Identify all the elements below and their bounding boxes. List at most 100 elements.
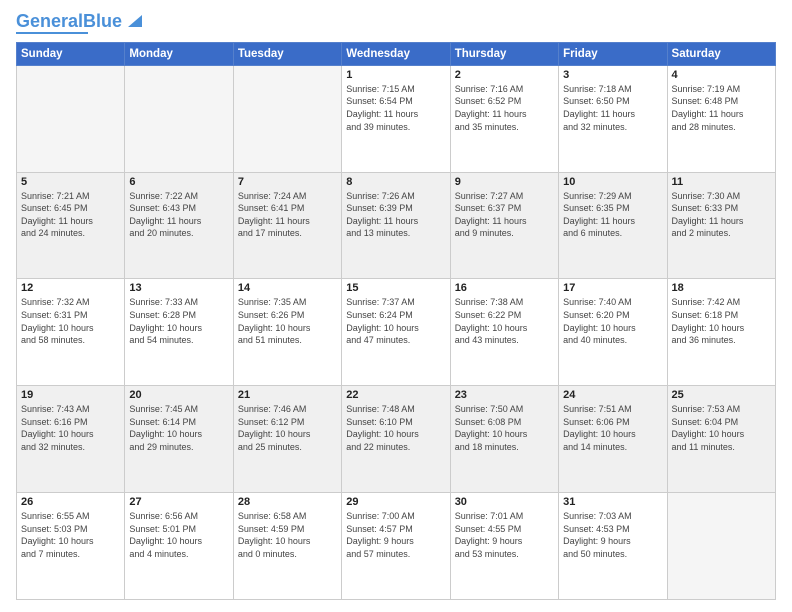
day-info: Sunrise: 7:45 AM Sunset: 6:14 PM Dayligh… [129,403,228,453]
day-number: 27 [129,496,228,508]
day-number: 17 [563,282,662,294]
week-row-5: 26 Sunrise: 6:55 AM Sunset: 5:03 PM Dayli… [17,493,776,600]
day-info: Sunrise: 7:15 AM Sunset: 6:54 PM Dayligh… [346,83,445,133]
calendar-day: 9Sunrise: 7:27 AM Sunset: 6:37 PM Daylig… [450,172,558,279]
day-number: 23 [455,389,554,401]
calendar-day: 20 Sunrise: 7:45 AM Sunset: 6:14 PM Dayli… [125,386,233,493]
day-info: Sunrise: 6:55 AM Sunset: 5:03 PM Dayligh… [21,510,120,560]
day-number: 9 [455,176,554,188]
day-number: 1 [346,69,445,81]
calendar-header-row: SundayMondayTuesdayWednesdayThursdayFrid… [17,42,776,65]
header-thursday: Thursday [450,42,558,65]
day-number: 31 [563,496,662,508]
day-info: Sunrise: 7:40 AM Sunset: 6:20 PM Dayligh… [563,296,662,346]
day-info: Sunrise: 7:46 AM Sunset: 6:12 PM Dayligh… [238,403,337,453]
calendar-day: 10 Sunrise: 7:29 AM Sunset: 6:35 PM Dayli… [559,172,667,279]
day-info: Sunrise: 7:22 AM Sunset: 6:43 PM Dayligh… [129,190,228,240]
calendar-day: 16Sunrise: 7:38 AM Sunset: 6:22 PM Dayli… [450,279,558,386]
day-number: 21 [238,389,337,401]
day-info: Sunrise: 7:51 AM Sunset: 6:06 PM Dayligh… [563,403,662,453]
day-info: Sunrise: 7:50 AM Sunset: 6:08 PM Dayligh… [455,403,554,453]
calendar-day: 3 Sunrise: 7:18 AM Sunset: 6:50 PM Daylig… [559,65,667,172]
calendar-day: 19 Sunrise: 7:43 AM Sunset: 6:16 PM Dayli… [17,386,125,493]
calendar-day: 25 Sunrise: 7:53 AM Sunset: 6:04 PM Dayli… [667,386,775,493]
calendar-day [233,65,341,172]
calendar-day [125,65,233,172]
day-number: 25 [672,389,771,401]
day-number: 3 [563,69,662,81]
calendar-day: 26 Sunrise: 6:55 AM Sunset: 5:03 PM Dayli… [17,493,125,600]
day-info: Sunrise: 7:18 AM Sunset: 6:50 PM Dayligh… [563,83,662,133]
day-info: Sunrise: 7:29 AM Sunset: 6:35 PM Dayligh… [563,190,662,240]
day-number: 18 [672,282,771,294]
calendar-day: 14 Sunrise: 7:35 AM Sunset: 6:26 PM Dayli… [233,279,341,386]
day-info: Sunrise: 7:42 AM Sunset: 6:18 PM Dayligh… [672,296,771,346]
logo-underline [16,32,88,34]
day-number: 4 [672,69,771,81]
calendar-day: 6 Sunrise: 7:22 AM Sunset: 6:43 PM Daylig… [125,172,233,279]
day-info: Sunrise: 7:03 AM Sunset: 4:53 PM Dayligh… [563,510,662,560]
week-row-3: 12 Sunrise: 7:32 AM Sunset: 6:31 PM Dayli… [17,279,776,386]
day-number: 16 [455,282,554,294]
day-info: Sunrise: 7:35 AM Sunset: 6:26 PM Dayligh… [238,296,337,346]
day-number: 30 [455,496,554,508]
day-number: 15 [346,282,445,294]
calendar-day: 23 Sunrise: 7:50 AM Sunset: 6:08 PM Dayli… [450,386,558,493]
day-info: Sunrise: 7:32 AM Sunset: 6:31 PM Dayligh… [21,296,120,346]
day-number: 24 [563,389,662,401]
day-number: 13 [129,282,228,294]
day-number: 12 [21,282,120,294]
day-info: Sunrise: 7:21 AM Sunset: 6:45 PM Dayligh… [21,190,120,240]
calendar-day: 28Sunrise: 6:58 AM Sunset: 4:59 PM Dayli… [233,493,341,600]
calendar-day: 5 Sunrise: 7:21 AM Sunset: 6:45 PM Daylig… [17,172,125,279]
day-info: Sunrise: 7:33 AM Sunset: 6:28 PM Dayligh… [129,296,228,346]
day-number: 19 [21,389,120,401]
calendar-day: 22Sunrise: 7:48 AM Sunset: 6:10 PM Dayli… [342,386,450,493]
logo: GeneralBlue [16,12,146,34]
logo-icon [124,9,146,31]
calendar-day: 11Sunrise: 7:30 AM Sunset: 6:33 PM Dayli… [667,172,775,279]
header: GeneralBlue [16,12,776,34]
calendar-day: 8 Sunrise: 7:26 AM Sunset: 6:39 PM Daylig… [342,172,450,279]
logo-blue: Blue [83,11,122,31]
day-info: Sunrise: 7:37 AM Sunset: 6:24 PM Dayligh… [346,296,445,346]
day-info: Sunrise: 7:53 AM Sunset: 6:04 PM Dayligh… [672,403,771,453]
day-number: 14 [238,282,337,294]
calendar-day: 1 Sunrise: 7:15 AM Sunset: 6:54 PM Daylig… [342,65,450,172]
day-info: Sunrise: 7:01 AM Sunset: 4:55 PM Dayligh… [455,510,554,560]
day-number: 10 [563,176,662,188]
header-saturday: Saturday [667,42,775,65]
day-number: 8 [346,176,445,188]
logo-general: General [16,11,83,31]
day-number: 20 [129,389,228,401]
day-info: Sunrise: 7:43 AM Sunset: 6:16 PM Dayligh… [21,403,120,453]
day-number: 5 [21,176,120,188]
day-info: Sunrise: 7:26 AM Sunset: 6:39 PM Dayligh… [346,190,445,240]
calendar-day: 4Sunrise: 7:19 AM Sunset: 6:48 PM Daylig… [667,65,775,172]
day-number: 22 [346,389,445,401]
day-number: 2 [455,69,554,81]
day-number: 6 [129,176,228,188]
day-number: 26 [21,496,120,508]
calendar-day: 21 Sunrise: 7:46 AM Sunset: 6:12 PM Dayli… [233,386,341,493]
calendar-day: 7Sunrise: 7:24 AM Sunset: 6:41 PM Daylig… [233,172,341,279]
header-sunday: Sunday [17,42,125,65]
calendar-day: 2Sunrise: 7:16 AM Sunset: 6:52 PM Daylig… [450,65,558,172]
calendar-day: 13 Sunrise: 7:33 AM Sunset: 6:28 PM Dayli… [125,279,233,386]
page: GeneralBlue SundayMondayTuesdayWednesday… [0,0,792,612]
calendar-day: 29 Sunrise: 7:00 AM Sunset: 4:57 PM Dayli… [342,493,450,600]
calendar-day: 18 Sunrise: 7:42 AM Sunset: 6:18 PM Dayli… [667,279,775,386]
header-tuesday: Tuesday [233,42,341,65]
day-info: Sunrise: 7:30 AM Sunset: 6:33 PM Dayligh… [672,190,771,240]
day-number: 29 [346,496,445,508]
calendar-day: 15 Sunrise: 7:37 AM Sunset: 6:24 PM Dayli… [342,279,450,386]
day-info: Sunrise: 7:00 AM Sunset: 4:57 PM Dayligh… [346,510,445,560]
day-info: Sunrise: 7:24 AM Sunset: 6:41 PM Dayligh… [238,190,337,240]
header-monday: Monday [125,42,233,65]
calendar-day: 30 Sunrise: 7:01 AM Sunset: 4:55 PM Dayli… [450,493,558,600]
calendar-day: 17 Sunrise: 7:40 AM Sunset: 6:20 PM Dayli… [559,279,667,386]
calendar-day [667,493,775,600]
day-number: 28 [238,496,337,508]
week-row-2: 5 Sunrise: 7:21 AM Sunset: 6:45 PM Daylig… [17,172,776,279]
day-info: Sunrise: 6:56 AM Sunset: 5:01 PM Dayligh… [129,510,228,560]
